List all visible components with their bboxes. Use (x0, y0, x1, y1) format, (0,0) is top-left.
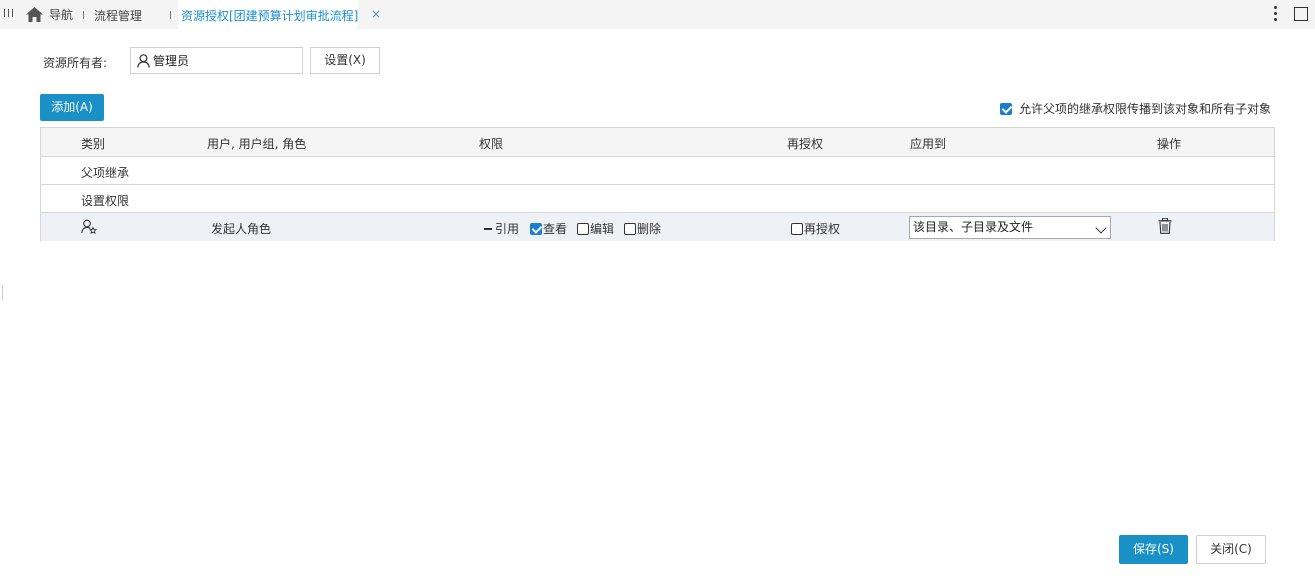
row-category: 父项继承 (81, 166, 130, 180)
header-apply-to: 应用到 (910, 137, 947, 151)
user-icon (137, 53, 150, 68)
tab-home-label: 导航 (49, 8, 74, 22)
apply-to-select[interactable]: 该目录、子目录及文件 (909, 216, 1111, 239)
perm-edit-checkbox[interactable] (577, 222, 589, 235)
user-star-icon (81, 219, 97, 235)
allow-inherit-label: 允许父项的继承权限传播到该对象和所有子对象 (1019, 102, 1272, 116)
add-button[interactable]: 添加(A) (40, 94, 104, 121)
owner-field[interactable]: 管理员 (130, 47, 303, 74)
resize-handle[interactable] (2, 285, 3, 300)
chevron-down-icon (1095, 222, 1107, 234)
table-header: 类别 用户, 用户组, 角色 权限 再授权 应用到 操作 (41, 128, 1274, 157)
tab-bar: 导航 流程管理 资源授权[团建预算计划审批流程] × (0, 0, 1315, 29)
row-category: 设置权限 (81, 194, 130, 208)
row-user: 发起人角色 (211, 222, 272, 236)
tab-resource-auth[interactable]: 资源授权[团建预算计划审批流程] (178, 0, 359, 29)
table-row: 发起人角色 引用 查看 编辑 删除 再授权 该目录、子目录及文件 (41, 213, 1274, 241)
maximize-icon[interactable] (1294, 7, 1308, 21)
set-owner-button[interactable]: 设置(X) (310, 47, 380, 74)
perm-reference: 引用 (484, 220, 519, 237)
apply-to-value: 该目录、子目录及文件 (913, 220, 1034, 234)
header-action: 操作 (1157, 137, 1182, 151)
perm-delete[interactable]: 删除 (624, 220, 661, 237)
perm-reference-label: 引用 (495, 222, 520, 236)
tab-divider (170, 11, 171, 19)
perm-delete-checkbox[interactable] (624, 222, 636, 235)
table-row: 设置权限 (41, 185, 1274, 213)
perm-view-checkbox[interactable] (530, 222, 542, 235)
perm-view-label: 查看 (543, 222, 568, 236)
menu-toggle-icon[interactable] (4, 9, 13, 20)
home-icon (26, 7, 43, 22)
perm-view[interactable]: 查看 (530, 220, 567, 237)
regrant-label: 再授权 (804, 222, 841, 236)
allow-inherit-checkbox[interactable] (1000, 102, 1012, 115)
tab-divider (83, 11, 84, 19)
permission-table: 类别 用户, 用户组, 角色 权限 再授权 应用到 操作 父项继承 设置权限 发… (40, 127, 1275, 241)
owner-value: 管理员 (153, 54, 190, 68)
regrant-option[interactable]: 再授权 (791, 220, 840, 237)
header-regrant: 再授权 (787, 137, 824, 151)
trash-icon[interactable] (1158, 218, 1172, 234)
minus-icon (484, 227, 492, 230)
close-button[interactable]: 关闭(C) (1196, 535, 1266, 564)
header-users: 用户, 用户组, 角色 (207, 137, 307, 151)
perm-delete-label: 删除 (637, 222, 662, 236)
tab-close-icon[interactable]: × (371, 7, 381, 21)
tab-process-management[interactable]: 流程管理 (94, 7, 142, 24)
perm-edit[interactable]: 编辑 (577, 220, 614, 237)
tab-resource-auth-label: 资源授权[团建预算计划审批流程] (181, 9, 359, 23)
tab-home[interactable]: 导航 (26, 6, 73, 23)
owner-label: 资源所有者: (43, 56, 108, 70)
header-category: 类别 (81, 137, 106, 151)
perm-edit-label: 编辑 (590, 222, 615, 236)
more-options-icon[interactable] (1274, 6, 1277, 21)
allow-inherit-option[interactable]: 允许父项的继承权限传播到该对象和所有子对象 (1000, 100, 1271, 117)
table-row: 父项继承 (41, 157, 1274, 185)
header-permission: 权限 (479, 137, 504, 151)
regrant-checkbox[interactable] (791, 222, 803, 235)
save-button[interactable]: 保存(S) (1119, 535, 1188, 564)
